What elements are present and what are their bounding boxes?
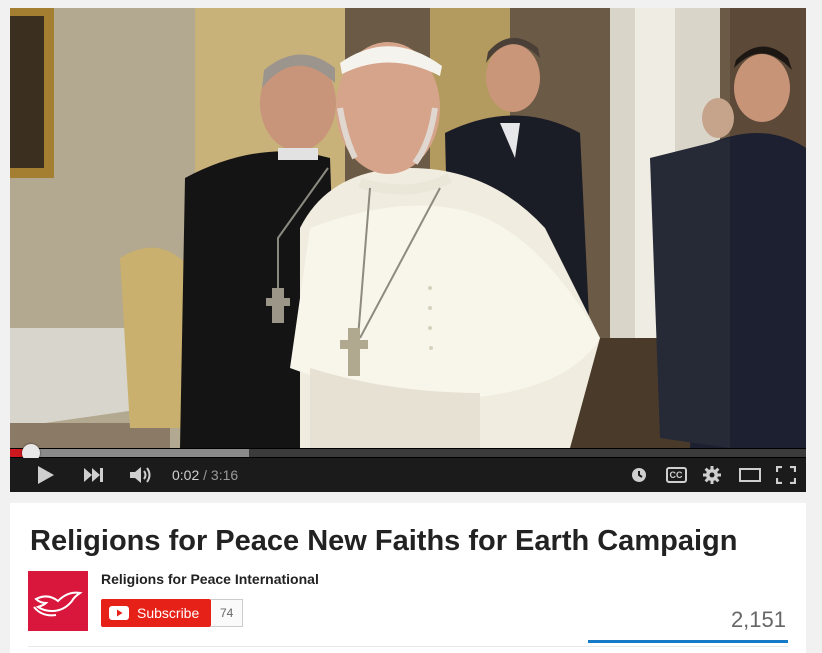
subscriber-count: 74 — [211, 599, 244, 627]
dove-logo-icon — [33, 591, 83, 617]
youtube-play-icon — [109, 606, 129, 620]
player-controls: 0:02 / 3:16 CC — [10, 458, 806, 492]
subscribe-button[interactable]: Subscribe — [101, 599, 211, 627]
play-icon — [38, 466, 54, 484]
subscribe-label: Subscribe — [137, 605, 200, 621]
volume-button[interactable] — [122, 458, 162, 492]
video-info-card: Religions for Peace New Faiths for Earth… — [10, 503, 806, 653]
video-player[interactable]: 0:02 / 3:16 CC — [10, 8, 806, 492]
sentiment-bar — [588, 640, 788, 643]
volume-icon — [130, 467, 151, 483]
divider — [28, 646, 788, 647]
watch-later-icon — [632, 468, 646, 482]
time-separator: / — [199, 467, 211, 483]
fullscreen-button[interactable] — [772, 458, 800, 492]
settings-button[interactable] — [700, 458, 724, 492]
video-title: Religions for Peace New Faiths for Earth… — [30, 525, 738, 557]
channel-name-link[interactable]: Religions for Peace International — [101, 571, 319, 587]
view-count: 2,151 — [730, 607, 786, 632]
time-display: 0:02 / 3:16 — [172, 458, 238, 492]
fullscreen-icon — [776, 466, 796, 484]
theater-mode-icon — [739, 468, 761, 482]
settings-icon — [703, 466, 721, 484]
next-icon — [84, 468, 103, 482]
video-frame[interactable] — [10, 8, 806, 448]
watch-later-button[interactable] — [626, 458, 652, 492]
captions-icon: CC — [665, 467, 687, 483]
video-still-illustration — [10, 8, 806, 448]
captions-button[interactable]: CC — [662, 458, 690, 492]
play-button[interactable] — [28, 458, 64, 492]
current-time: 0:02 — [172, 467, 200, 483]
duration: 3:16 — [210, 467, 239, 483]
progress-buffered — [10, 449, 249, 457]
next-button[interactable] — [76, 458, 112, 492]
channel-avatar[interactable] — [28, 571, 88, 631]
theater-mode-button[interactable] — [736, 458, 764, 492]
